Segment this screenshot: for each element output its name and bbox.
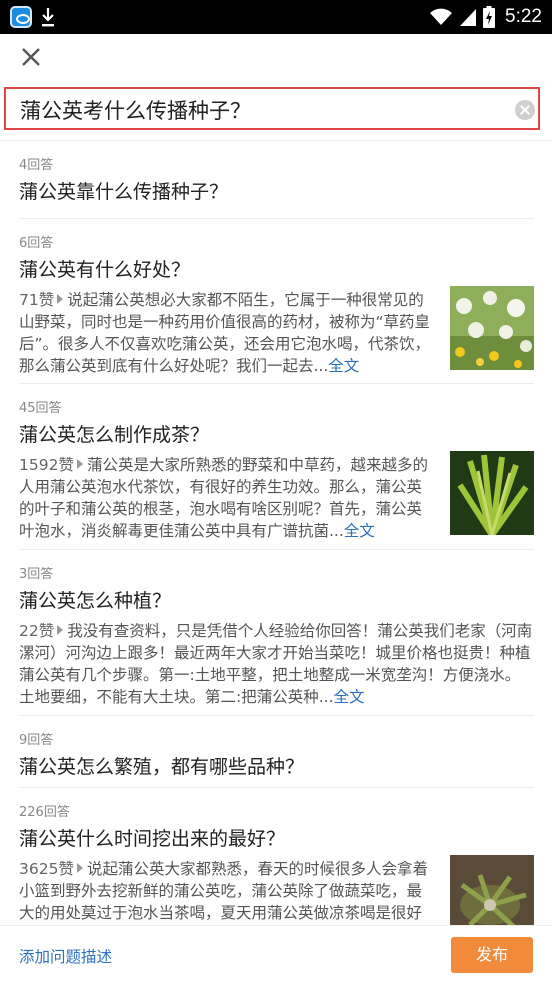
wifi-icon	[430, 8, 453, 25]
vote-count: 3625赞	[19, 860, 74, 878]
dug-dandelion-image	[450, 855, 534, 925]
question-title[interactable]: 蒲公英有什么好处？	[19, 256, 534, 284]
status-time: 5:22	[505, 6, 542, 27]
question-input[interactable]: 蒲公英考什么传播种子？	[4, 87, 540, 130]
close-icon[interactable]	[18, 44, 44, 70]
answer-count: 9回答	[19, 733, 54, 748]
question-title[interactable]: 蒲公英怎么繁殖，都有哪些品种？	[19, 753, 534, 781]
battery-icon	[483, 6, 496, 28]
list-item[interactable]: 4回答 蒲公英靠什么传播种子？	[19, 141, 534, 219]
dandelion-field-image	[450, 286, 534, 370]
app-notification-icon	[10, 6, 32, 28]
answer-snippet: 22赞 我没有查资料，只是凭借个人经验给你回答！蒲公英我们老家（河南漯河）河沟边上…	[19, 620, 534, 708]
add-description-link[interactable]: 添加问题描述	[19, 945, 112, 967]
list-item[interactable]: 6回答 蒲公英有什么好处？ 71赞 说起蒲公英想必大家都不陌生，它属于一种很常见的…	[19, 219, 534, 384]
vote-count: 71赞	[19, 291, 55, 309]
snippet-text: 说起蒲公英想必大家都不陌生，它属于一种很常见的山野菜，同时也是一种药用价值很高的…	[19, 291, 431, 375]
answer-count: 45回答	[19, 401, 62, 416]
answer-snippet: 71赞 说起蒲公英想必大家都不陌生，它属于一种很常见的山野菜，同时也是一种药用价值…	[19, 289, 437, 377]
question-title[interactable]: 蒲公英什么时间挖出来的最好？	[19, 825, 534, 853]
play-triangle-icon	[57, 625, 64, 635]
question-input-text: 蒲公英考什么传播种子？	[20, 99, 251, 123]
read-full-link[interactable]: 全文	[344, 522, 375, 540]
list-item[interactable]: 3回答 蒲公英怎么种植？ 22赞 我没有查资料，只是凭借个人经验给你回答！蒲公英我…	[19, 550, 534, 716]
answer-count: 6回答	[19, 236, 54, 251]
signal-icon	[460, 9, 477, 26]
play-triangle-icon	[76, 863, 83, 873]
read-full-link[interactable]: 全文	[328, 357, 359, 375]
answer-count: 226回答	[19, 805, 70, 820]
publish-button[interactable]: 发布	[451, 937, 533, 973]
answer-count: 4回答	[19, 158, 54, 173]
question-title[interactable]: 蒲公英靠什么传播种子？	[19, 178, 534, 206]
clear-input-icon[interactable]	[515, 100, 535, 120]
list-item[interactable]: 226回答 蒲公英什么时间挖出来的最好？ 3625赞 说起蒲公英大家都熟悉，春天的…	[19, 788, 534, 925]
download-icon	[42, 8, 54, 27]
answer-snippet: 3625赞 说起蒲公英大家都熟悉，春天的时候很多人会拿着小篮到野外去挖新鲜的蒲公英…	[19, 858, 437, 925]
list-item[interactable]: 9回答 蒲公英怎么繁殖，都有哪些品种？	[19, 716, 534, 788]
vote-count: 1592赞	[19, 456, 74, 474]
play-triangle-icon	[57, 294, 64, 304]
read-full-link[interactable]: 全文	[334, 688, 365, 706]
list-item[interactable]: 45回答 蒲公英怎么制作成茶？ 1592赞 蒲公英是大家所熟悉的野菜和中草药，越来…	[19, 384, 534, 550]
snippet-text: 我没有查资料，只是凭借个人经验给你回答！蒲公英我们老家（河南漯河）河沟边上跟多！…	[19, 622, 533, 706]
question-title[interactable]: 蒲公英怎么种植？	[19, 587, 534, 615]
similar-questions-list[interactable]: 4回答 蒲公英靠什么传播种子？ 6回答 蒲公英有什么好处？ 71赞 说起蒲公英想必…	[0, 140, 552, 925]
bottom-bar: 添加问题描述 发布	[0, 925, 552, 981]
answer-snippet: 1592赞 蒲公英是大家所熟悉的野菜和中草药，越来越多的人用蒲公英泡水代茶饮，有很…	[19, 454, 437, 542]
status-bar: 5:22	[0, 0, 552, 34]
answer-count: 3回答	[19, 567, 54, 582]
dandelion-plant-image	[450, 451, 534, 535]
vote-count: 22赞	[19, 622, 55, 640]
question-title[interactable]: 蒲公英怎么制作成茶？	[19, 421, 534, 449]
play-triangle-icon	[76, 459, 83, 469]
top-bar	[0, 34, 552, 82]
